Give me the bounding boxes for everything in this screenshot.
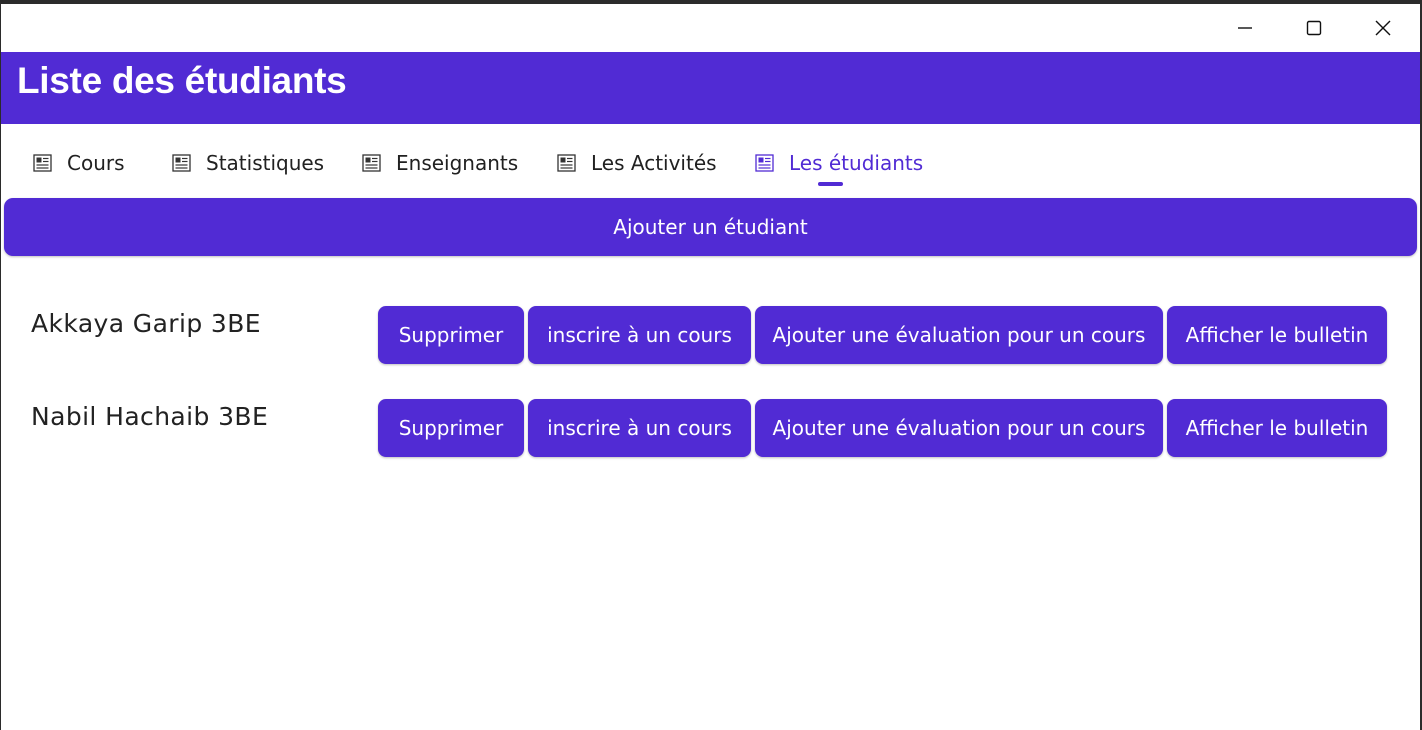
tab-label: Enseignants	[396, 151, 519, 175]
student-row: Akkaya Garip 3BE Supprimer inscrire à un…	[1, 306, 1420, 368]
page-icon	[362, 154, 381, 172]
tab-label: Statistiques	[206, 151, 325, 175]
maximize-icon	[1306, 20, 1322, 36]
tab-label: Les étudiants	[789, 151, 924, 175]
title-bar	[1, 4, 1420, 52]
page-icon	[33, 154, 52, 172]
add-student-label: Ajouter un étudiant	[613, 215, 808, 239]
tab-activites[interactable]: Les Activités	[557, 148, 717, 178]
tab-etudiants[interactable]: Les étudiants	[755, 148, 923, 178]
add-evaluation-button[interactable]: Ajouter une évaluation pour un cours	[755, 306, 1163, 364]
student-name: Akkaya Garip 3BE	[31, 309, 261, 338]
show-bulletin-button[interactable]: Afficher le bulletin	[1167, 399, 1387, 457]
close-icon	[1375, 20, 1391, 36]
page-icon	[557, 154, 576, 172]
delete-button[interactable]: Supprimer	[378, 306, 524, 364]
minimize-button[interactable]	[1211, 4, 1279, 52]
app-window: Liste des étudiants Cours Statistiques E…	[1, 4, 1420, 730]
tab-enseignants[interactable]: Enseignants	[362, 148, 518, 178]
page-icon	[755, 154, 774, 172]
tab-bar: Cours Statistiques Enseignants Les Activ…	[1, 124, 1420, 194]
tab-cours[interactable]: Cours	[33, 148, 125, 178]
selected-tab-indicator	[818, 182, 843, 186]
student-name: Nabil Hachaib 3BE	[31, 402, 269, 431]
add-evaluation-button[interactable]: Ajouter une évaluation pour un cours	[755, 399, 1163, 457]
close-button[interactable]	[1349, 4, 1417, 52]
minimize-icon	[1238, 27, 1252, 29]
page-icon	[172, 154, 191, 172]
tab-label: Les Activités	[591, 151, 717, 175]
page-header: Liste des étudiants	[1, 52, 1420, 124]
tab-label: Cours	[67, 151, 125, 175]
enroll-course-button[interactable]: inscrire à un cours	[528, 399, 751, 457]
tab-statistiques[interactable]: Statistiques	[172, 148, 324, 178]
delete-button[interactable]: Supprimer	[378, 399, 524, 457]
show-bulletin-button[interactable]: Afficher le bulletin	[1167, 306, 1387, 364]
maximize-button[interactable]	[1280, 4, 1348, 52]
add-student-button[interactable]: Ajouter un étudiant	[4, 198, 1417, 256]
student-row: Nabil Hachaib 3BE Supprimer inscrire à u…	[1, 399, 1420, 461]
page-title: Liste des étudiants	[17, 60, 347, 101]
enroll-course-button[interactable]: inscrire à un cours	[528, 306, 751, 364]
